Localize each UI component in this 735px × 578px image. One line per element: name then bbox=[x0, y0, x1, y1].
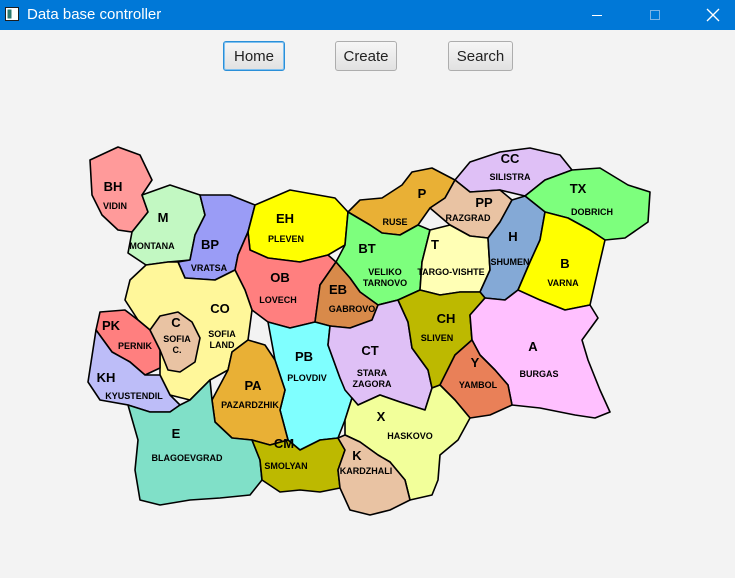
region-name-sofia-land: SOFIA LAND bbox=[208, 329, 236, 350]
region-name-razgrad: RAZGRAD bbox=[446, 213, 491, 223]
region-code-gabrovo: EB bbox=[329, 282, 347, 297]
region-code-pleven: EH bbox=[276, 211, 294, 226]
bulgaria-map: BH VIDIN M MONTANA BP VRATSA EH PLEVEN P RUSE CC SI… bbox=[0, 0, 735, 573]
region-code-pazardzhik: PA bbox=[244, 378, 262, 393]
region-code-dobrich: TX bbox=[570, 181, 587, 196]
region-name-pernik: PERNIK bbox=[118, 341, 153, 351]
region-code-blagoevgrad: E bbox=[172, 426, 181, 441]
region-code-plovdiv: PB bbox=[295, 349, 313, 364]
region-code-montana: M bbox=[158, 210, 169, 225]
region-name-veliko-tarnovo: VELIKO TARNOVO bbox=[363, 267, 407, 288]
region-name-yambol: YAMBOL bbox=[459, 380, 498, 390]
region-name-targo-vishte: TARGO-VISHTE bbox=[417, 267, 484, 277]
region-name-pazardzhik: PAZARDZHIK bbox=[221, 400, 279, 410]
region-code-haskovo: X bbox=[377, 409, 386, 424]
region-name-vidin: VIDIN bbox=[103, 201, 127, 211]
region-code-sofia-land: CO bbox=[210, 301, 230, 316]
region-code-kardzhali: K bbox=[352, 448, 362, 463]
region-code-pernik: PK bbox=[102, 318, 121, 333]
region-code-yambol: Y bbox=[471, 355, 480, 370]
region-name-shumen: SHUMEN bbox=[490, 257, 529, 267]
region-name-kyustendil: KYUSTENDIL bbox=[105, 391, 163, 401]
region-name-sliven: SLIVEN bbox=[421, 333, 454, 343]
region-pleven bbox=[247, 189, 349, 263]
region-code-silistra: CC bbox=[501, 151, 520, 166]
region-name-kardzhali: KARDZHALI bbox=[340, 466, 393, 476]
region-code-sofia-c: C bbox=[171, 315, 181, 330]
region-name-vratsa: VRATSA bbox=[191, 263, 228, 273]
region-code-lovech: OB bbox=[270, 270, 290, 285]
region-name-lovech: LOVECH bbox=[259, 295, 297, 305]
region-name-plovdiv: PLOVDIV bbox=[287, 373, 327, 383]
region-code-vidin: BH bbox=[104, 179, 123, 194]
region-code-varna: B bbox=[560, 256, 569, 271]
region-name-ruse: RUSE bbox=[382, 217, 407, 227]
region-name-haskovo: HASKOVO bbox=[387, 431, 433, 441]
region-name-montana: MONTANA bbox=[129, 241, 175, 251]
region-code-vratsa: BP bbox=[201, 237, 219, 252]
region-name-pleven: PLEVEN bbox=[268, 234, 304, 244]
region-code-burgas: A bbox=[528, 339, 538, 354]
region-name-dobrich: DOBRICH bbox=[571, 207, 613, 217]
map-canvas: BHVIDINMMONTANA BPVRATSAEHPLEVENPRUSECCSI… bbox=[87, 146, 651, 516]
region-code-veliko-tarnovo: BT bbox=[358, 241, 375, 256]
region-name-smolyan: SMOLYAN bbox=[264, 461, 307, 471]
region-code-sliven: CH bbox=[437, 311, 456, 326]
region-code-razgrad: PP bbox=[475, 195, 493, 210]
region-name-blagoevgrad: BLAGOEVGRAD bbox=[151, 453, 223, 463]
region-name-burgas: BURGAS bbox=[519, 369, 558, 379]
region-code-kyustendil: KH bbox=[97, 370, 116, 385]
region-name-stara-zagora: STARA ZAGORA bbox=[353, 368, 392, 389]
region-code-shumen: H bbox=[508, 229, 517, 244]
region-code-targo-vishte: T bbox=[431, 237, 439, 252]
region-code-smolyan: CM bbox=[274, 436, 294, 451]
region-name-gabrovo: GABROVO bbox=[329, 304, 376, 314]
region-name-silistra: SILISTRA bbox=[489, 172, 531, 182]
region-name-varna: VARNA bbox=[547, 278, 579, 288]
region-code-ruse: P bbox=[418, 186, 427, 201]
region-code-stara-zagora: CT bbox=[361, 343, 378, 358]
